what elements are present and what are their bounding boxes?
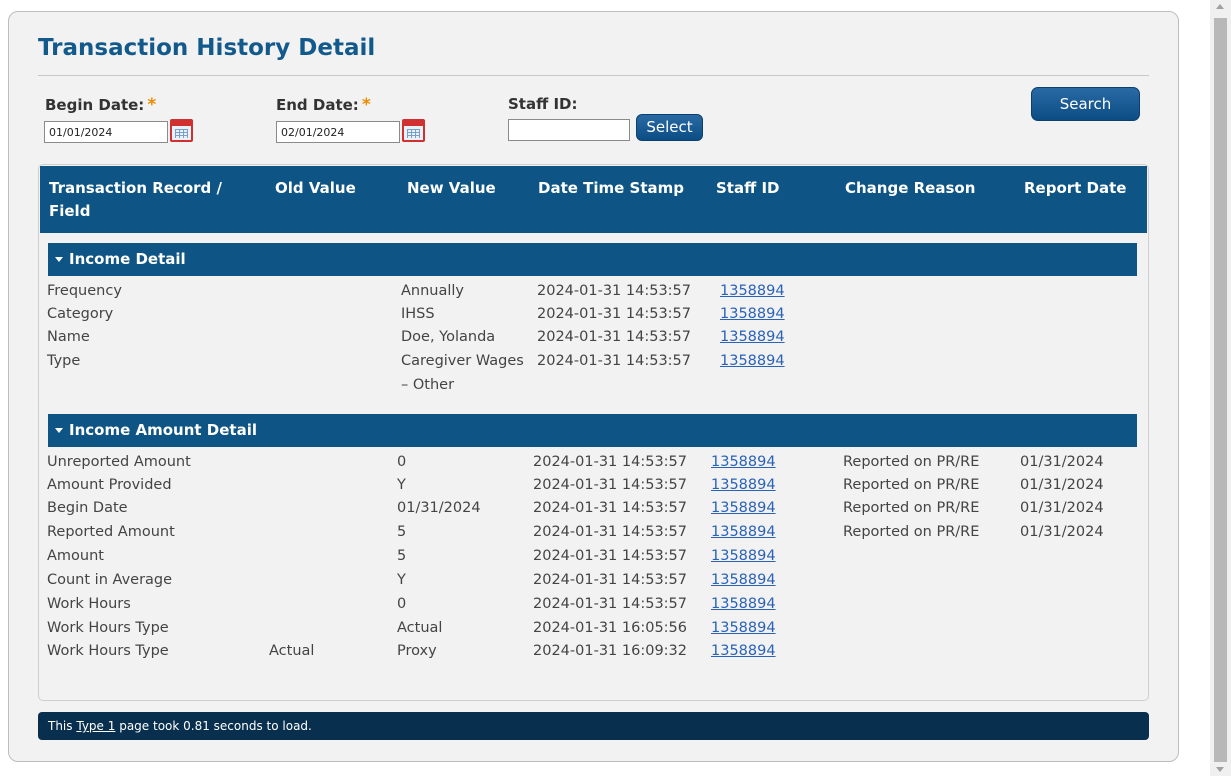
cell-new-value-cont: – Other xyxy=(401,377,455,393)
cell-new-value: 0 xyxy=(397,454,407,470)
title-divider xyxy=(38,75,1149,76)
cell-timestamp: 2024-01-31 16:09:32 xyxy=(533,643,687,659)
col-header-new-value: New Value xyxy=(407,179,496,197)
cell-field: Work Hours Type xyxy=(47,643,169,659)
caret-down-icon xyxy=(55,257,63,262)
staff-id-label: Staff ID: xyxy=(508,95,578,113)
cell-timestamp: 2024-01-31 14:53:57 xyxy=(533,454,687,470)
required-icon: * xyxy=(361,95,371,115)
cell-report-date: 01/31/2024 xyxy=(1020,477,1104,493)
cell-field: Begin Date xyxy=(47,500,128,516)
cell-field: Frequency xyxy=(47,283,122,299)
cell-new-value: Annually xyxy=(401,283,465,299)
cell-field: Unreported Amount xyxy=(47,454,191,470)
cell-timestamp: 2024-01-31 14:53:57 xyxy=(533,596,687,612)
cell-timestamp: 2024-01-31 14:53:57 xyxy=(537,329,691,345)
staff-id-link[interactable]: 1358894 xyxy=(711,497,776,520)
section-income-detail[interactable]: Income Detail xyxy=(48,243,1137,276)
calendar-icon[interactable] xyxy=(402,119,425,142)
cell-timestamp: 2024-01-31 14:53:57 xyxy=(533,548,687,564)
cell-timestamp: 2024-01-31 14:53:57 xyxy=(533,524,687,540)
cell-field: Name xyxy=(47,329,90,345)
scroll-up-icon[interactable] xyxy=(1216,4,1224,9)
page-load-footer: This Type 1 page took 0.81 seconds to lo… xyxy=(38,712,1149,740)
cell-field: Reported Amount xyxy=(47,524,175,540)
cell-timestamp: 2024-01-31 14:53:57 xyxy=(533,477,687,493)
select-button[interactable]: Select xyxy=(636,114,703,141)
cell-timestamp: 2024-01-31 14:53:57 xyxy=(537,306,691,322)
type-link[interactable]: Type 1 xyxy=(76,719,115,733)
cell-new-value: 5 xyxy=(397,548,407,564)
end-date-label: End Date: * xyxy=(276,95,371,115)
col-header-transaction-record: Transaction Record / Field xyxy=(49,179,222,220)
staff-id-input[interactable] xyxy=(508,119,630,141)
col-header-staff-id: Staff ID xyxy=(716,179,780,197)
cell-change-reason: Reported on PR/RE xyxy=(843,477,980,493)
cell-new-value: 01/31/2024 xyxy=(397,500,481,516)
cell-new-value: Doe, Yolanda xyxy=(401,329,496,345)
staff-id-link[interactable]: 1358894 xyxy=(711,451,776,474)
cell-new-value: Proxy xyxy=(397,643,437,659)
cell-new-value: 0 xyxy=(397,596,407,612)
cell-new-value: Y xyxy=(397,572,406,588)
cell-timestamp: 2024-01-31 14:53:57 xyxy=(537,283,691,299)
staff-id-link[interactable]: 1358894 xyxy=(720,350,785,373)
cell-new-value: Y xyxy=(397,477,406,493)
staff-id-link[interactable]: 1358894 xyxy=(711,545,776,568)
page-title: Transaction History Detail xyxy=(38,35,376,61)
staff-id-link[interactable]: 1358894 xyxy=(720,280,785,303)
staff-id-link[interactable]: 1358894 xyxy=(711,474,776,497)
staff-id-link[interactable]: 1358894 xyxy=(711,569,776,592)
cell-report-date: 01/31/2024 xyxy=(1020,454,1104,470)
staff-id-link[interactable]: 1358894 xyxy=(711,521,776,544)
cell-timestamp: 2024-01-31 14:53:57 xyxy=(533,572,687,588)
staff-id-link[interactable]: 1358894 xyxy=(711,640,776,663)
staff-id-link[interactable]: 1358894 xyxy=(720,303,785,326)
cell-new-value: 5 xyxy=(397,524,407,540)
cell-change-reason: Reported on PR/RE xyxy=(843,454,980,470)
cell-field: Work Hours Type xyxy=(47,620,169,636)
staff-id-link[interactable]: 1358894 xyxy=(711,593,776,616)
cell-report-date: 01/31/2024 xyxy=(1020,500,1104,516)
cell-field: Count in Average xyxy=(47,572,173,588)
cell-new-value: IHSS xyxy=(401,306,435,322)
vertical-scrollbar[interactable] xyxy=(1210,0,1231,776)
col-header-date-time-stamp: Date Time Stamp xyxy=(538,179,685,197)
scroll-down-icon[interactable] xyxy=(1216,767,1224,772)
staff-id-link[interactable]: 1358894 xyxy=(720,326,785,349)
section-income-amount-detail[interactable]: Income Amount Detail xyxy=(48,414,1137,447)
begin-date-label: Begin Date: * xyxy=(45,95,157,115)
begin-date-input[interactable] xyxy=(44,121,168,143)
cell-timestamp: 2024-01-31 14:53:57 xyxy=(537,353,691,369)
cell-field: Amount xyxy=(47,548,104,564)
staff-id-link[interactable]: 1358894 xyxy=(711,617,776,640)
cell-field: Type xyxy=(47,353,81,369)
cell-field: Category xyxy=(47,306,114,322)
cell-new-value: Caregiver Wages xyxy=(401,353,524,369)
col-header-report-date: Report Date xyxy=(1024,179,1127,197)
cell-report-date: 01/31/2024 xyxy=(1020,524,1104,540)
cell-timestamp: 2024-01-31 16:05:56 xyxy=(533,620,687,636)
cell-timestamp: 2024-01-31 14:53:57 xyxy=(533,500,687,516)
scrollbar-thumb[interactable] xyxy=(1214,18,1227,762)
cell-field: Amount Provided xyxy=(47,477,172,493)
required-icon: * xyxy=(147,95,157,115)
cell-change-reason: Reported on PR/RE xyxy=(843,524,980,540)
cell-field: Work Hours xyxy=(47,596,131,612)
col-header-change-reason: Change Reason xyxy=(845,179,976,197)
calendar-icon[interactable] xyxy=(170,119,193,142)
cell-old-value: Actual xyxy=(269,643,315,659)
cell-new-value: Actual xyxy=(397,620,443,636)
col-header-old-value: Old Value xyxy=(275,179,356,197)
search-button[interactable]: Search xyxy=(1031,87,1140,121)
cell-change-reason: Reported on PR/RE xyxy=(843,500,980,516)
caret-down-icon xyxy=(55,428,63,433)
end-date-input[interactable] xyxy=(276,121,400,143)
